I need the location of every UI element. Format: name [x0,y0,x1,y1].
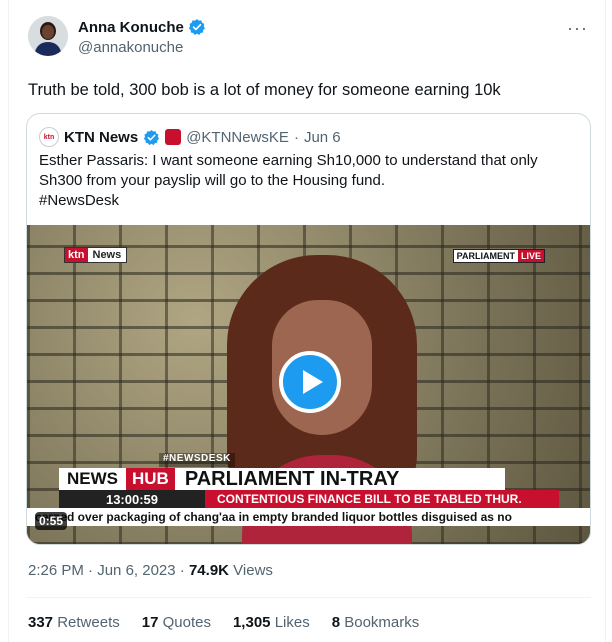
quotes-count: 17 [141,614,159,631]
affiliate-badge-icon [165,129,182,145]
author-name-row[interactable]: Anna Konuche [78,18,206,36]
ktn-news-logo: ktn News [64,247,128,263]
quotes-stat[interactable]: 17 Quotes [142,614,211,631]
tweet-meta: 2:26 PM · Jun 6, 2023 · 74.9K Views [28,562,273,579]
quoted-tweet-header: ktn KTN News @KTNNewsKE · Jun 6 [39,127,341,147]
ticker-subheadline: CONTENTIOUS FINANCE BILL TO BE TABLED TH… [205,490,559,508]
video-hashtag-overlay: #NEWSDESK [159,453,235,467]
retweets-label: Retweets [57,614,120,631]
ticker-crawl: cerned over packaging of chang'aa in emp… [27,508,590,526]
author-block: Anna Konuche @annakonuche [78,18,206,56]
video-duration: 0:55 [35,512,68,530]
views-label: Views [229,562,273,579]
quoted-hashtag[interactable]: #NewsDesk [39,191,579,211]
bookmarks-label: Bookmarks [344,614,420,631]
views-count: 74.9K [188,562,229,579]
quoted-date: Jun 6 [303,128,341,146]
bookmarks-count: 8 [331,614,341,631]
tweet-date[interactable]: Jun 6, 2023 [97,562,175,579]
ticker-hub: HUB [126,468,175,490]
more-options-icon[interactable]: ··· [567,18,588,39]
retweets-stat[interactable]: 337 Retweets [28,614,120,631]
separator-dot: · [293,128,299,146]
likes-label: Likes [274,614,310,631]
parliament-label: PARLIAMENT [456,251,515,261]
ticker-sub-row: 13:00:59 CONTENTIOUS FINANCE BILL TO BE … [59,490,559,508]
author-handle[interactable]: @annakonuche [78,39,206,56]
video-player[interactable]: ktn News PARLIAMENT LIVE #NEWSDESK NEWS … [27,225,590,544]
ticker-headline: PARLIAMENT IN-TRAY [174,468,505,490]
separator-dot: · [83,562,98,579]
quoted-author-name[interactable]: KTN News [64,129,138,146]
live-label: LIVE [517,250,544,262]
likes-stat[interactable]: 1,305 Likes [233,614,310,631]
quoted-text-line: Sh300 from your payslip will go to the H… [39,172,386,189]
ktn-logo-dark: News [92,249,122,261]
likes-count: 1,305 [232,614,271,631]
verified-badge-icon [188,19,205,36]
ticker-news: NEWS [59,468,126,490]
author-name[interactable]: Anna Konuche [78,19,184,36]
avatar[interactable] [28,16,68,56]
quoted-tweet[interactable]: ktn KTN News @KTNNewsKE · Jun 6 Esther P… [26,113,591,545]
retweets-count: 337 [28,614,54,631]
play-icon [302,370,323,394]
quoted-tweet-text: Esther Passaris: I want someone earning … [39,151,579,211]
ticker-headline-row: NEWS HUB PARLIAMENT IN-TRAY [59,468,505,490]
play-button[interactable] [279,351,341,413]
ktn-logo-red: ktn [65,248,88,262]
bookmarks-stat[interactable]: 8 Bookmarks [332,614,420,631]
news-ticker: NEWS HUB PARLIAMENT IN-TRAY 13:00:59 CON… [27,468,590,526]
quotes-label: Quotes [162,614,211,631]
avatar-image [28,16,68,56]
ktn-avatar-icon: ktn [39,127,59,147]
ticker-time: 13:00:59 [59,490,205,508]
separator-dot: · [175,562,189,579]
engagement-stats: 337 Retweets 17 Quotes 1,305 Likes 8 Boo… [28,614,419,631]
divider [26,597,591,598]
verified-badge-icon [144,129,160,145]
quoted-author-handle: @KTNNewsKE [186,128,289,146]
tweet-time[interactable]: 2:26 PM [28,562,84,579]
parliament-live-tag: PARLIAMENT LIVE [452,249,545,263]
quoted-text-line: Esther Passaris: I want someone earning … [39,152,538,169]
tweet-text: Truth be told, 300 bob is a lot of money… [28,81,501,99]
